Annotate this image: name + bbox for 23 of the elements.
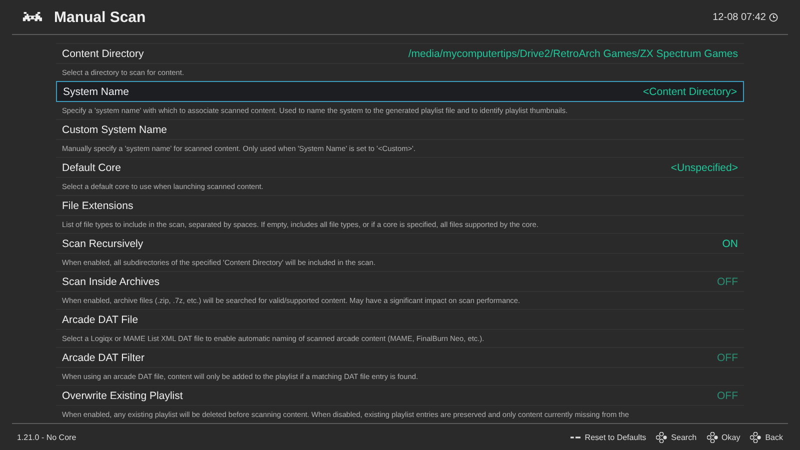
menu-item[interactable]: Default Core <Unspecified> — [56, 157, 744, 178]
clock-icon — [769, 12, 778, 22]
menu-item[interactable]: Content Directory /media/mycomputertips/Drive2/RetroArch Games/ZX Spectrum Games — [56, 43, 744, 64]
footer-action[interactable]: Search — [671, 432, 697, 442]
menu-item[interactable]: Custom System Name — [56, 119, 744, 140]
footer-action[interactable]: Back — [765, 432, 783, 442]
menu-item[interactable]: Overwrite Existing Playlist OFF — [56, 385, 744, 406]
menu-item[interactable]: File Extensions — [56, 195, 744, 216]
menu-item[interactable]: Arcade DAT File — [56, 309, 744, 330]
invader-logo-icon — [22, 12, 42, 22]
footer-action[interactable]: Okay — [722, 432, 740, 442]
version-text: 1.21.0 - No Core — [17, 432, 76, 442]
footer-action[interactable]: Reset to Defaults — [584, 432, 646, 442]
select-button-icon — [570, 434, 581, 440]
menu-item[interactable]: System Name <Content Directory> — [56, 81, 744, 102]
clock-text: 12-08 07:42 — [712, 12, 766, 22]
menu-item[interactable]: Scan Recursively ON — [56, 233, 744, 254]
face-buttons-icon — [656, 432, 668, 442]
menu-item[interactable]: Arcade DAT Filter OFF — [56, 347, 744, 368]
face-buttons-icon — [750, 432, 762, 442]
face-buttons-icon — [706, 432, 718, 442]
page-title: Manual Scan — [54, 8, 146, 26]
menu-item[interactable]: Scan Inside Archives OFF — [56, 271, 744, 292]
